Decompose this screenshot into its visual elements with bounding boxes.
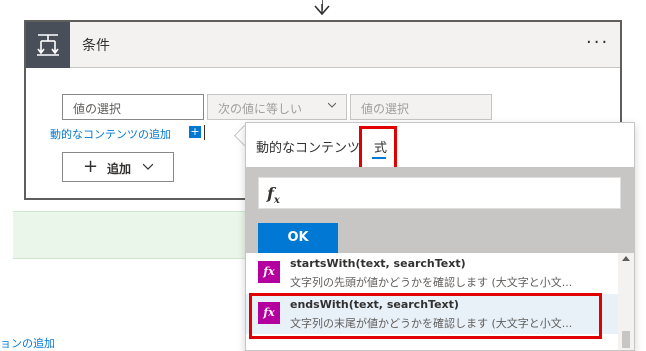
card-header[interactable]: 条件 ··· <box>26 22 620 68</box>
plus-icon: + <box>83 156 99 177</box>
function-list-scrollbar[interactable] <box>618 253 634 350</box>
card-title: 条件 <box>82 38 110 54</box>
fx-icon: fx <box>267 184 280 207</box>
operator-dropdown[interactable]: 次の値に等しい <box>207 94 347 120</box>
text-cursor <box>204 125 205 140</box>
add-button[interactable]: + 追加 <box>62 152 174 182</box>
function-highlight-box <box>249 293 602 339</box>
function-icon: fx <box>258 261 280 283</box>
add-action-link-partial[interactable]: ョンの追加 <box>0 335 55 351</box>
condition-icon <box>26 22 70 68</box>
right-value-field[interactable]: 値の選択 <box>350 94 492 120</box>
scroll-up-icon[interactable] <box>622 256 630 261</box>
add-plus-icon[interactable]: + <box>189 126 201 138</box>
add-button-label: 追加 <box>107 162 132 176</box>
expression-editor-area: fx OK <box>246 167 634 253</box>
more-options-icon[interactable]: ··· <box>586 32 609 53</box>
operator-label: 次の値に等しい <box>218 102 303 116</box>
scroll-thumb[interactable] <box>622 331 630 348</box>
add-dynamic-content-link[interactable]: 動的なコンテンツの追加 <box>50 126 171 142</box>
ok-button[interactable]: OK <box>258 223 338 253</box>
chevron-down-icon <box>143 163 153 170</box>
left-value-field[interactable]: 値の選択 <box>62 94 204 120</box>
down-arrow-icon <box>314 4 330 16</box>
dynamic-content-panel: 動的なコンテンツ 式 fx OK fx startsWith(text, sea… <box>245 122 635 351</box>
tab-dynamic-content[interactable]: 動的なコンテンツ <box>256 137 360 156</box>
expression-input[interactable]: fx <box>258 177 621 209</box>
function-name: startsWith(text, searchText) <box>290 257 466 270</box>
chevron-down-icon <box>328 102 336 108</box>
function-item-startswith[interactable]: fx startsWith(text, searchText) 文字列の先頭が値… <box>246 253 618 293</box>
true-branch-area <box>13 211 251 259</box>
tab-highlight-box <box>359 126 397 170</box>
function-description: 文字列の先頭が値かどうかを確認します (大文字と小文... <box>290 276 573 289</box>
